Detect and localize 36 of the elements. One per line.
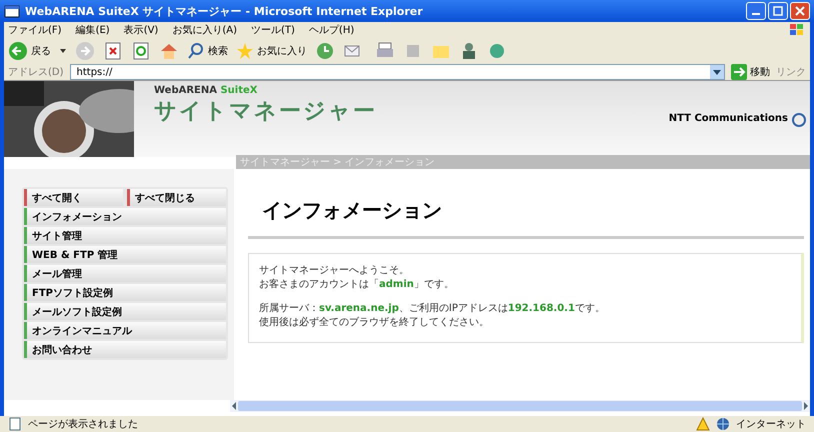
sidebar-item[interactable]: メールソフト設定例 xyxy=(24,303,226,320)
address-label: アドレス(D) xyxy=(8,66,64,79)
info-text: サイトマネージャーへようこそ。 xyxy=(259,264,410,278)
info-text: 使用後は必ず全てのブラウザを終了してください。 xyxy=(259,316,490,330)
menu-item[interactable]: ファイル(F) xyxy=(8,23,62,37)
search-button[interactable]: 検索 xyxy=(187,42,228,60)
text-link[interactable]: sv.arena.ne.jp xyxy=(319,303,399,314)
sidebar-item[interactable]: お問い合わせ xyxy=(24,341,226,358)
menu-item[interactable]: 編集(E) xyxy=(76,23,110,37)
provider-logo: NTT Communications xyxy=(668,113,788,124)
sidebar-item[interactable]: オンラインマニュアル xyxy=(24,322,226,339)
info-text: お客さまのアカウントは「admin」です。 xyxy=(259,278,455,292)
go-button[interactable]: 移動 xyxy=(731,64,770,80)
back-button[interactable]: 戻る xyxy=(8,41,51,61)
text-link[interactable]: admin xyxy=(379,279,414,290)
status-text: ページが表示されました xyxy=(28,418,138,431)
menu-item[interactable]: 表示(V) xyxy=(124,23,158,37)
brand-logo: WebARENA SuiteX xyxy=(154,85,259,96)
menu-item[interactable]: ヘルプ(H) xyxy=(308,23,354,37)
sidebar-item[interactable]: FTPソフト設定例 xyxy=(24,284,226,301)
zone-text: インターネット xyxy=(736,418,806,431)
favorites-button[interactable]: お気に入り xyxy=(236,42,307,60)
sidebar-item[interactable]: メール管理 xyxy=(24,265,226,282)
text-link[interactable]: 192.168.0.1 xyxy=(508,303,575,314)
toggle-link[interactable]: すべて開く xyxy=(24,189,123,206)
info-text: 所属サーバ：sv.arena.ne.jp、ご利用のIPアドレスは192.168.0.1です。 xyxy=(259,302,606,316)
sidebar-item[interactable]: インフォメーション xyxy=(24,208,226,225)
menu-item[interactable]: お気に入り(A) xyxy=(172,23,237,37)
page-heading: インフォメーション xyxy=(262,197,443,224)
sidebar-item[interactable]: サイト管理 xyxy=(24,227,226,244)
toggle-link[interactable]: すべて閉じる xyxy=(127,189,226,206)
menu-item[interactable]: ツール(T) xyxy=(251,23,295,37)
sidebar-item[interactable]: WEB & FTP 管理 xyxy=(24,246,226,263)
site-title: サイトマネージャー xyxy=(154,98,377,126)
address-field[interactable]: https:// xyxy=(70,64,725,80)
window-title: WebARENA SuiteX サイトマネージャー - Microsoft Internet Explorer xyxy=(25,4,424,18)
